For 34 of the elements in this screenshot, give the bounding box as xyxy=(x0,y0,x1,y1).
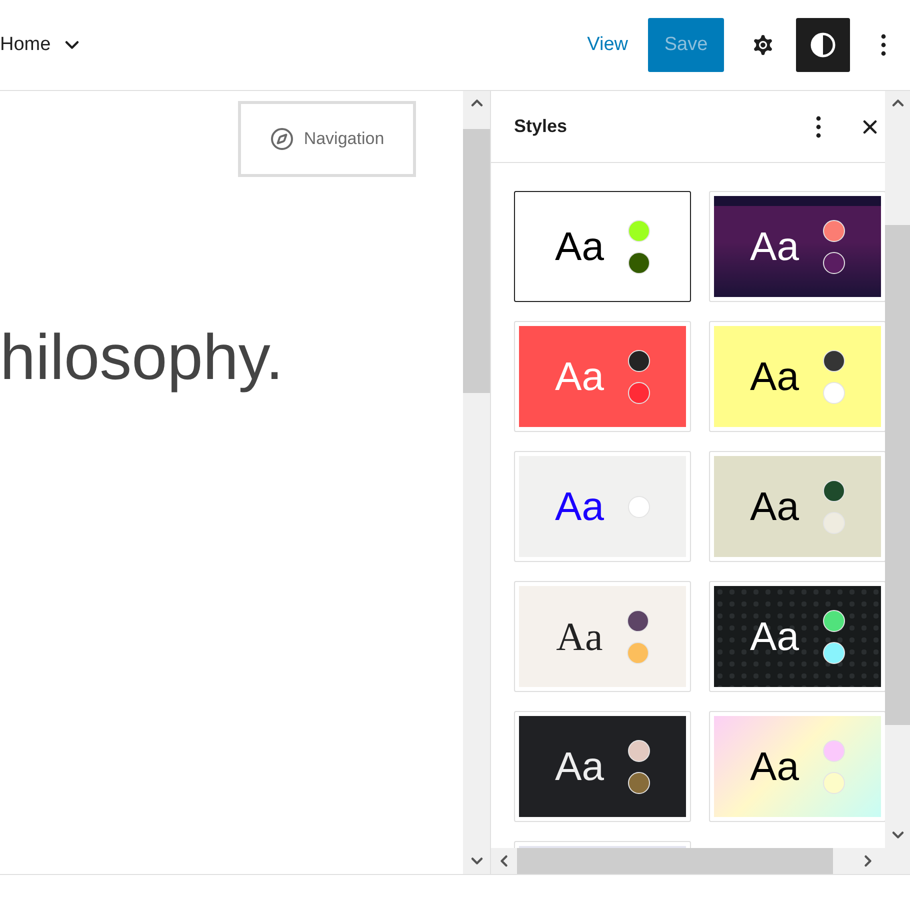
navigation-label: Navigation xyxy=(304,128,384,150)
more-options-icon xyxy=(880,34,886,56)
styles-button[interactable] xyxy=(796,18,850,72)
view-link[interactable]: View xyxy=(587,30,628,60)
style-variation-card[interactable]: Aa xyxy=(709,451,885,562)
page-dropdown[interactable]: Home xyxy=(0,30,83,60)
style-variation-card[interactable]: Aa xyxy=(514,451,691,562)
style-variation-card[interactable]: Aa xyxy=(709,581,885,692)
typography-preview: Aa xyxy=(750,226,799,266)
scrollbar-thumb[interactable] xyxy=(517,848,833,874)
typography-preview: Aa xyxy=(750,486,799,526)
scrollbar[interactable] xyxy=(463,91,490,874)
typography-preview: Aa xyxy=(555,356,604,396)
contrast-icon xyxy=(810,32,836,58)
typography-preview: Aa xyxy=(750,616,799,656)
style-variation-card[interactable]: Aa xyxy=(709,191,885,302)
style-variation-card[interactable]: Aa xyxy=(514,191,691,302)
typography-preview: Aa xyxy=(555,746,604,786)
scrollbar-thumb[interactable] xyxy=(463,129,490,393)
more-options-icon[interactable] xyxy=(816,116,821,138)
typography-preview: Aa xyxy=(750,356,799,396)
style-variation-card[interactable]: Aa xyxy=(514,581,691,692)
compass-icon xyxy=(270,127,294,151)
panel-title: Styles xyxy=(514,115,568,138)
style-variation-card[interactable]: Aa xyxy=(709,711,885,822)
scrollbar-thumb[interactable] xyxy=(885,225,910,725)
typography-preview: Aa xyxy=(555,226,604,266)
typography-preview: Aa xyxy=(555,486,604,526)
scrollbar[interactable] xyxy=(885,91,910,874)
horizontal-scrollbar[interactable] xyxy=(491,848,885,874)
typography-preview: Aa xyxy=(556,616,603,656)
style-variation-card[interactable]: Aa xyxy=(709,321,885,432)
style-variation-card[interactable]: Aa xyxy=(514,711,691,822)
typography-preview: Aa xyxy=(750,746,799,786)
